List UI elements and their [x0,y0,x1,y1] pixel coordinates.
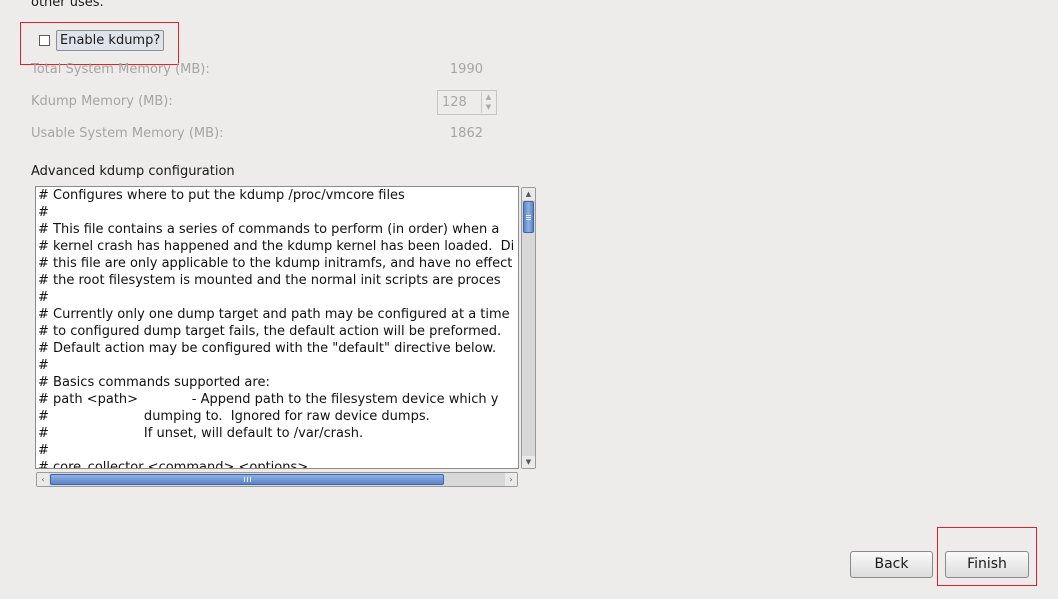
config-line: # core_collector <command> <options> [38,460,309,469]
vertical-scrollbar[interactable]: ▲ ▼ [521,187,536,469]
config-line: # [38,290,49,305]
scroll-right-arrow-icon[interactable]: › [505,473,517,486]
config-line: # [38,358,49,373]
config-line: # Currently only one dump target and pat… [38,307,510,322]
horizontal-scrollbar[interactable]: ‹ › [36,472,518,487]
grip-line [526,215,531,216]
spin-down-icon[interactable]: ▼ [482,102,495,112]
grip-line [244,477,245,482]
total-memory-value: 1990 [449,62,483,77]
config-line: # this file are only applicable to the k… [38,256,513,271]
grip-line [250,477,251,482]
grip-line [247,477,248,482]
advanced-config-textarea[interactable]: # Configures where to put the kdump /pro… [35,186,519,469]
grip-line [526,219,531,220]
finish-button[interactable]: Finish [945,551,1029,578]
scroll-left-arrow-icon[interactable]: ‹ [37,473,49,486]
horizontal-scroll-thumb[interactable] [50,474,444,485]
grip-line [526,217,531,218]
total-memory-label: Total System Memory (MB): [31,62,210,77]
config-line: # Default action may be configured with … [38,341,497,356]
kdump-memory-label: Kdump Memory (MB): [31,94,173,109]
usable-memory-value: 1862 [449,126,483,141]
config-line: # path <path> - Append path to the files… [38,392,499,407]
config-line: # kernel crash has happened and the kdum… [38,239,515,254]
spinner-buttons: ▲ ▼ [481,92,495,113]
kdump-memory-spinner[interactable]: 128 ▲ ▼ [437,90,497,115]
back-button[interactable]: Back [850,551,933,578]
intro-text: other uses. [31,0,104,10]
config-line: # dumping to. Ignored for raw device dum… [38,409,430,424]
spin-up-icon[interactable]: ▲ [482,92,495,102]
config-line: # Basics commands supported are: [38,375,270,390]
config-line: # to configured dump target fails, the d… [38,324,502,339]
config-line: # Configures where to put the kdump /pro… [38,188,405,203]
kdump-memory-value[interactable]: 128 [442,95,467,110]
enable-kdump-label[interactable]: Enable kdump? [56,30,165,51]
advanced-config-label: Advanced kdump configuration [31,164,235,179]
scroll-down-arrow-icon[interactable]: ▼ [522,456,535,468]
scroll-up-arrow-icon[interactable]: ▲ [522,188,535,200]
enable-kdump-checkbox[interactable] [39,35,50,46]
config-line: # [38,443,49,458]
vertical-scroll-thumb[interactable] [523,201,534,233]
config-line: # [38,205,49,220]
config-line: # If unset, will default to /var/crash. [38,426,364,441]
config-line: # This file contains a series of command… [38,222,500,237]
config-line: # the root filesystem is mounted and the… [38,273,501,288]
usable-memory-label: Usable System Memory (MB): [31,126,224,141]
